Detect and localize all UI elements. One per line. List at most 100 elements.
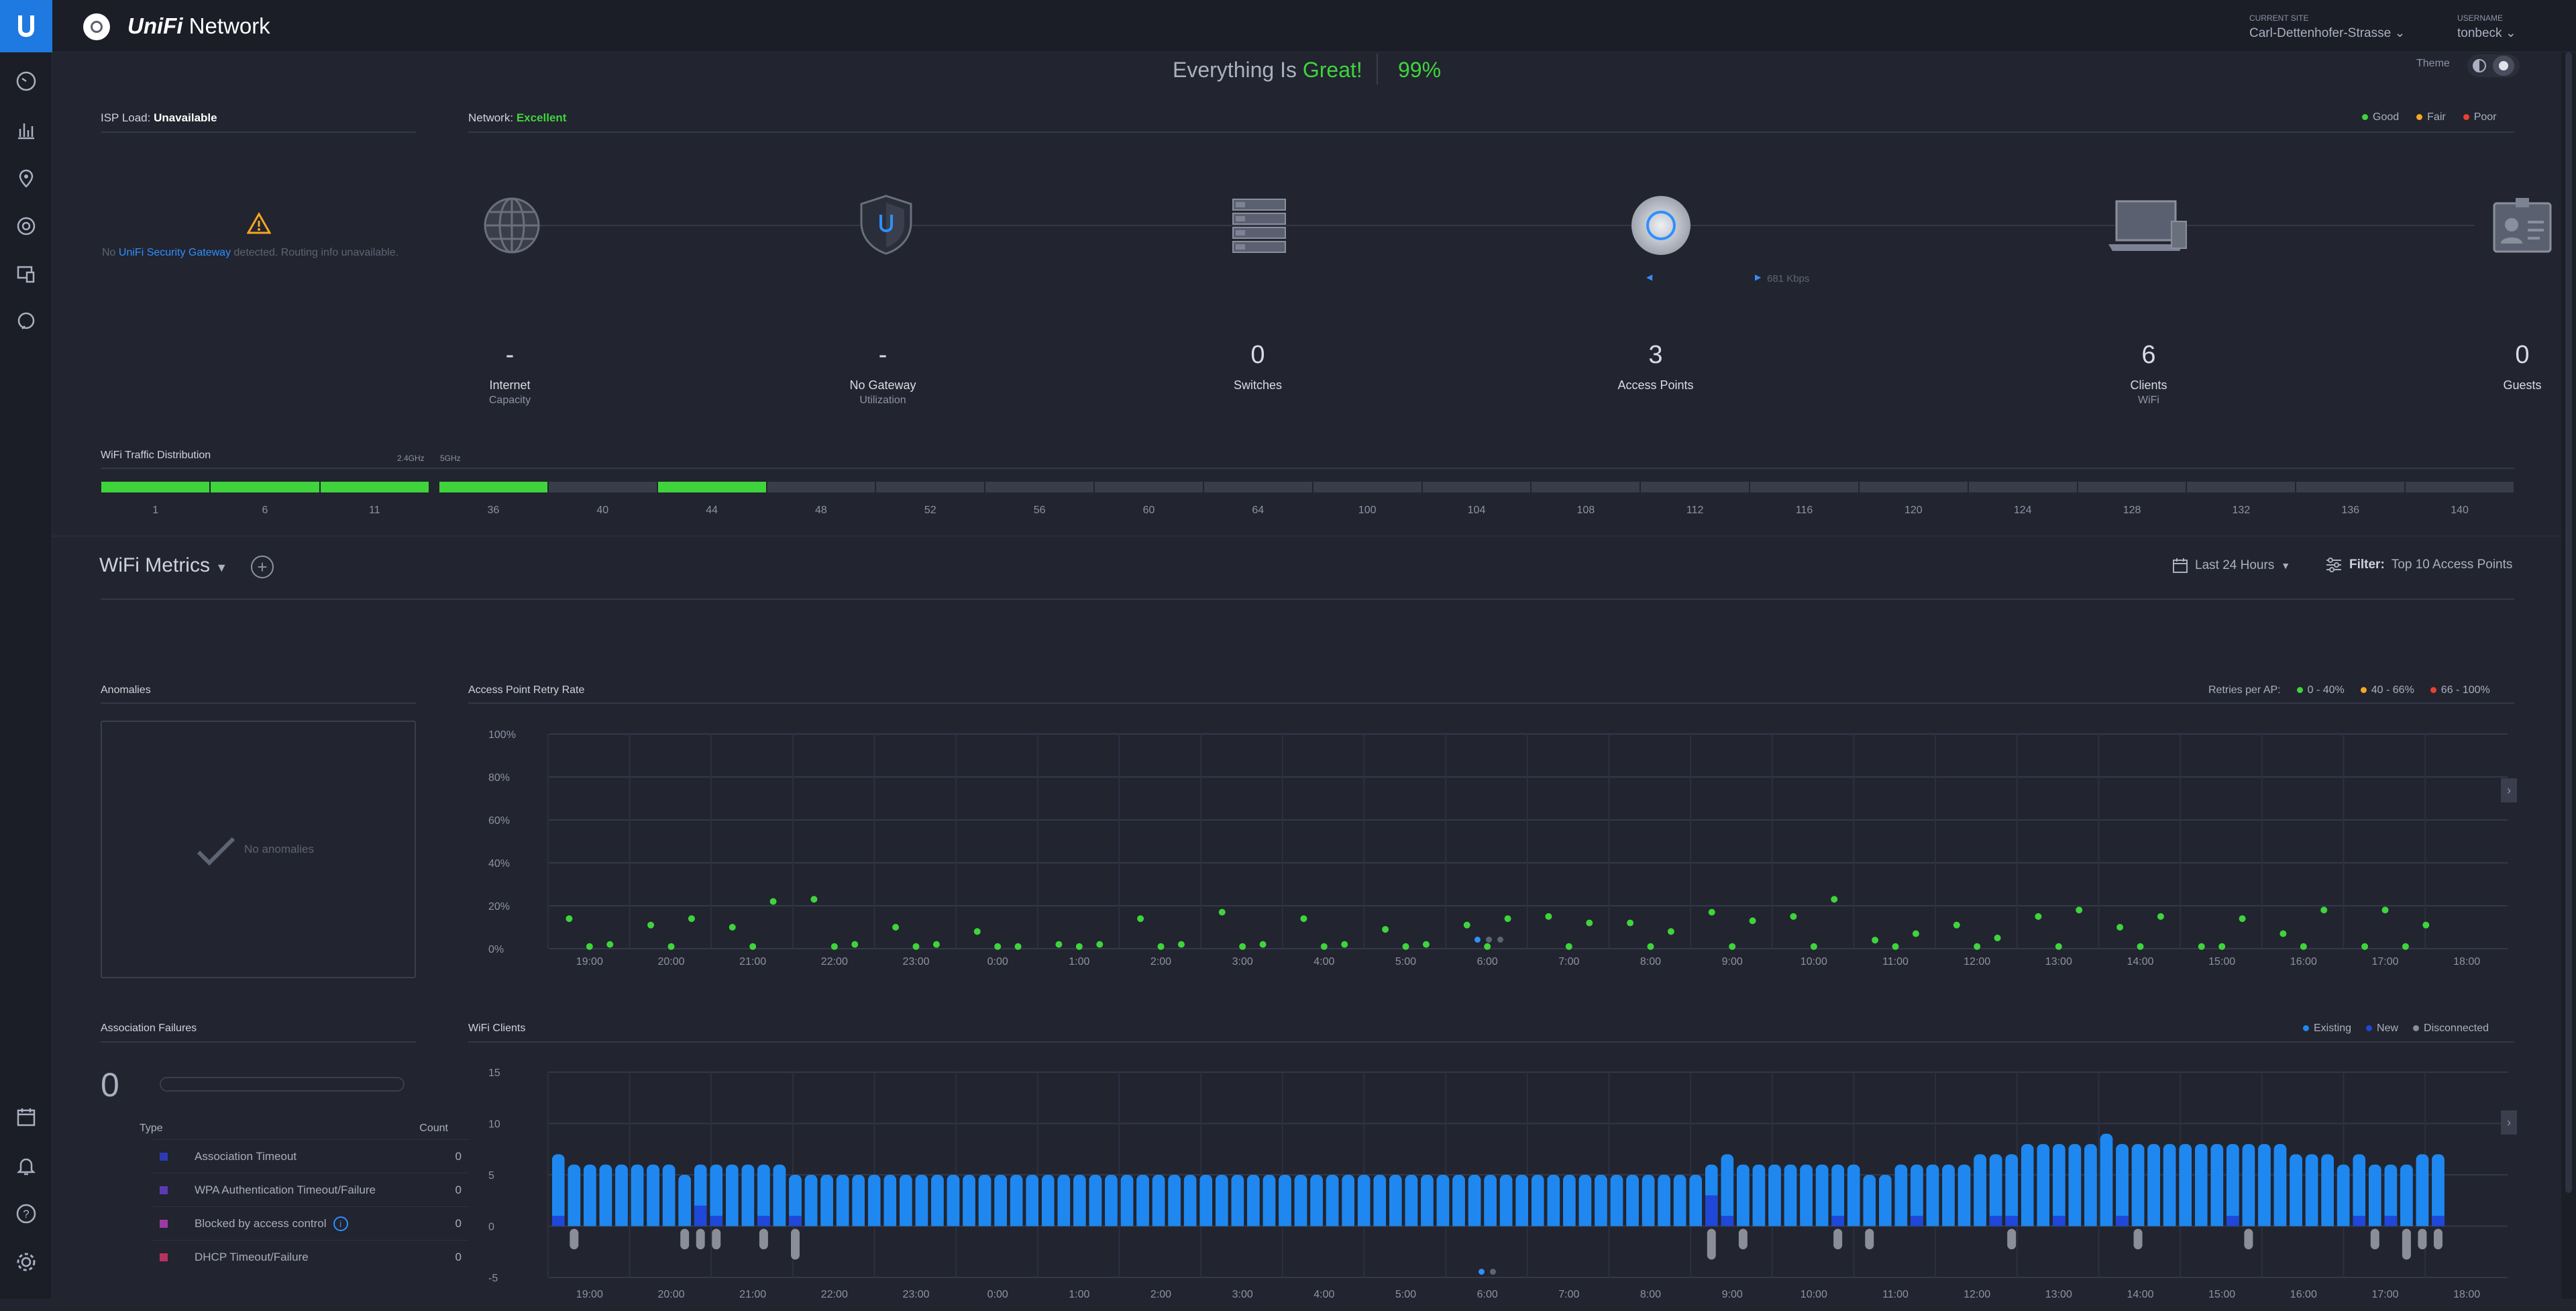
retry-point[interactable] [1382, 926, 1389, 933]
new-bar[interactable] [1705, 1195, 1718, 1226]
retry-point[interactable] [566, 915, 573, 923]
channel-bar[interactable] [1641, 482, 1750, 492]
new-bar[interactable] [2384, 1216, 2398, 1226]
retry-point[interactable] [1239, 943, 1246, 950]
retry-point[interactable] [912, 943, 920, 950]
channel-bar[interactable] [767, 482, 875, 492]
disconnected-bar[interactable] [1707, 1228, 1716, 1260]
settings-gear-icon[interactable] [15, 1251, 38, 1273]
retry-point[interactable] [810, 896, 818, 903]
retry-point[interactable] [1157, 943, 1165, 950]
new-bar[interactable] [552, 1216, 565, 1226]
channel-bar[interactable] [1968, 482, 2077, 492]
retry-point[interactable] [1504, 915, 1511, 923]
page-dot[interactable] [1497, 937, 1503, 943]
retry-point[interactable] [1300, 915, 1307, 923]
gateway-shield-icon[interactable] [856, 193, 916, 260]
channel-bar[interactable] [1203, 482, 1312, 492]
retry-point[interactable] [1014, 943, 1022, 950]
retry-point[interactable] [1320, 943, 1328, 950]
retry-point[interactable] [1667, 928, 1674, 935]
retry-point[interactable] [1096, 941, 1104, 948]
info-icon[interactable]: i [333, 1216, 348, 1231]
retry-point[interactable] [2239, 915, 2246, 923]
light-theme-icon[interactable] [2493, 56, 2514, 76]
map-icon[interactable] [15, 166, 38, 189]
retry-point[interactable] [647, 921, 655, 929]
time-range-selector[interactable]: Last 24 Hours ▼ [2172, 558, 2290, 574]
access-point-icon[interactable] [1629, 193, 1693, 261]
new-bar[interactable] [2053, 1216, 2065, 1226]
retry-point[interactable] [973, 928, 981, 935]
statistics-icon[interactable] [15, 118, 38, 141]
retry-point[interactable] [2361, 943, 2369, 950]
add-metric-icon[interactable]: + [251, 556, 274, 578]
retry-point[interactable] [892, 924, 900, 931]
channel-bar[interactable] [1750, 482, 1858, 492]
retry-point[interactable] [2116, 924, 2124, 931]
retry-point[interactable] [830, 943, 838, 950]
retry-point[interactable] [1484, 943, 1491, 950]
channel-bar[interactable] [1095, 482, 1203, 492]
retry-point[interactable] [2035, 913, 2042, 920]
channel-bar[interactable] [2078, 482, 2186, 492]
retry-point[interactable] [1259, 941, 1267, 948]
retry-point[interactable] [2157, 913, 2164, 920]
filter-selector[interactable]: Filter: Top 10 Access Points [2325, 558, 2512, 572]
devices-icon[interactable] [15, 215, 38, 238]
retry-point[interactable] [2137, 943, 2144, 950]
disconnected-bar[interactable] [2007, 1228, 2017, 1250]
disconnected-bar[interactable] [2418, 1228, 2427, 1250]
page-dot-active[interactable] [1479, 1269, 1485, 1275]
retry-point[interactable] [606, 941, 614, 948]
retry-point[interactable] [1974, 943, 1981, 950]
switch-icon[interactable] [1229, 195, 1289, 259]
channel-bar[interactable] [548, 482, 657, 492]
page-dot[interactable] [1490, 1269, 1496, 1275]
retry-point[interactable] [1137, 915, 1144, 923]
chart-next-arrow-icon[interactable]: › [2501, 778, 2517, 802]
retry-point[interactable] [994, 943, 1002, 950]
scrollbar-thumb[interactable] [2565, 52, 2572, 1193]
retry-point[interactable] [1075, 943, 1083, 950]
disconnected-bar[interactable] [2133, 1228, 2143, 1250]
theme-toggle[interactable] [2467, 54, 2520, 77]
disconnected-bar[interactable] [696, 1228, 705, 1250]
retry-point[interactable] [2279, 930, 2287, 937]
channel-bar[interactable] [1422, 482, 1531, 492]
retry-point[interactable] [1708, 908, 1715, 916]
retry-point[interactable] [1790, 913, 1797, 920]
page-dot[interactable] [1486, 937, 1492, 943]
disconnected-bar[interactable] [791, 1228, 800, 1260]
unifi-logo-icon[interactable] [0, 0, 52, 52]
channel-bar[interactable] [2187, 482, 2296, 492]
dashboard-icon[interactable] [15, 70, 38, 93]
retry-point[interactable] [1872, 937, 1879, 944]
channel-bar[interactable] [876, 482, 985, 492]
retry-point[interactable] [586, 943, 593, 950]
usg-link[interactable]: UniFi Security Gateway [119, 247, 231, 258]
globe-icon[interactable] [482, 195, 542, 259]
new-bar[interactable] [1721, 1216, 1734, 1226]
new-bar[interactable] [694, 1205, 707, 1226]
channel-bar[interactable] [1313, 482, 1421, 492]
guest-badge-icon[interactable] [2491, 197, 2553, 258]
retry-point[interactable] [1810, 943, 1817, 950]
retry-point[interactable] [769, 898, 777, 905]
user-menu[interactable]: USERNAME tonbeck ⌄ [2457, 13, 2516, 41]
disconnected-bar[interactable] [680, 1228, 690, 1250]
retry-point[interactable] [1729, 943, 1736, 950]
retry-point[interactable] [1912, 930, 1919, 937]
channel-bar[interactable] [1532, 482, 1640, 492]
new-bar[interactable] [757, 1216, 770, 1226]
channel-bar[interactable] [439, 482, 547, 492]
channel-bar[interactable] [320, 482, 429, 492]
retry-point[interactable] [1627, 919, 1634, 927]
retry-point[interactable] [667, 943, 675, 950]
retry-point[interactable] [2402, 943, 2409, 950]
retry-point[interactable] [2320, 906, 2328, 914]
retry-point[interactable] [2055, 943, 2062, 950]
wifi-metrics-dropdown[interactable]: WiFi Metrics ▼ [99, 554, 227, 577]
retry-point[interactable] [1055, 941, 1063, 948]
retry-point[interactable] [1402, 943, 1409, 950]
